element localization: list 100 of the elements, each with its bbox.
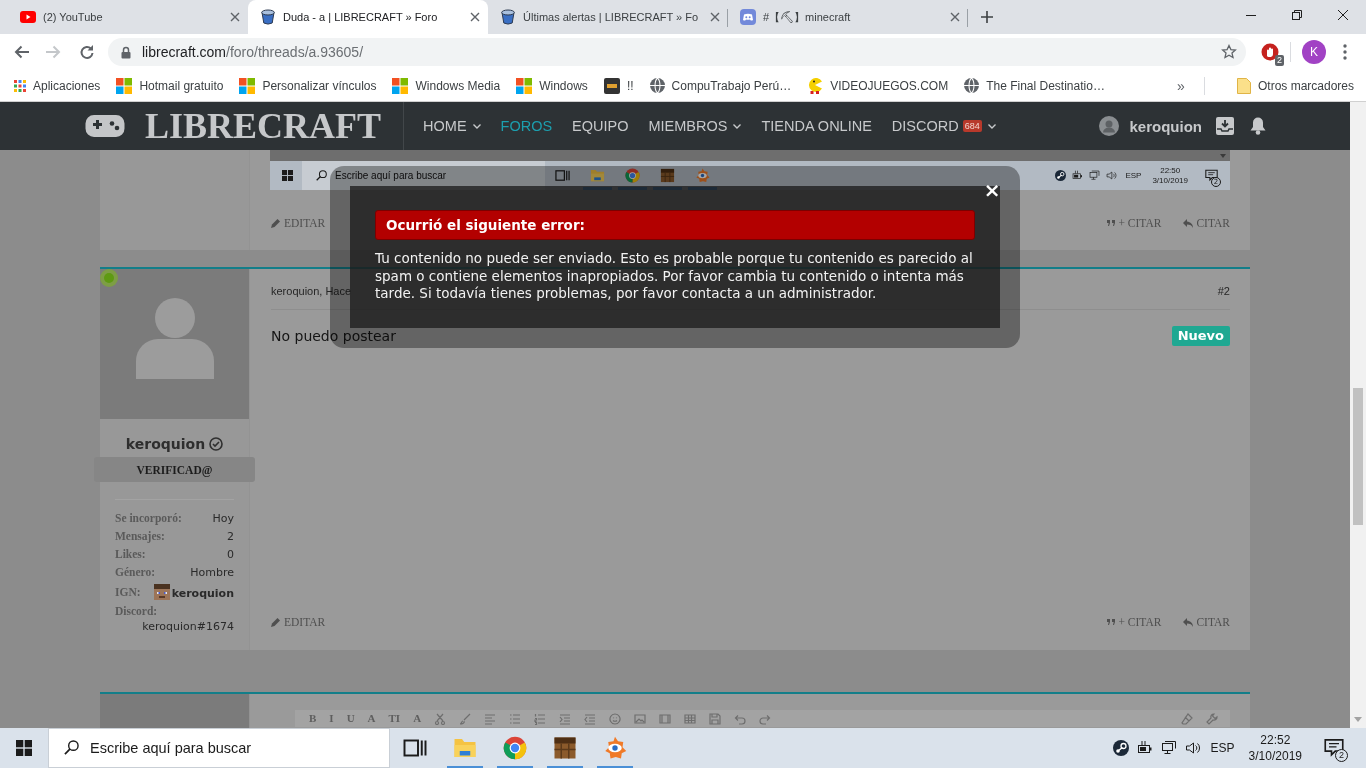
browser-tab[interactable]: (2) YouTube: [8, 0, 248, 34]
four-squares-icon: [516, 77, 533, 94]
speaker-icon[interactable]: [1184, 740, 1201, 756]
task-view-icon: [555, 168, 570, 183]
browser-tab[interactable]: Últimas alertas | LIBRECRAFT » Fo: [488, 0, 728, 34]
address-bar[interactable]: librecraft.com/foro/threads/a.93605/: [108, 38, 1246, 66]
close-icon[interactable]: [710, 12, 720, 22]
new-badge: Nuevo: [1171, 326, 1230, 346]
message-icon: [1204, 169, 1218, 182]
search-icon: [64, 740, 79, 755]
account-link[interactable]: keroquion: [1129, 117, 1202, 135]
bookmark-item[interactable]: VIDEOJUEGOS.COM: [801, 72, 955, 99]
bookmark-item[interactable]: Windows Media: [386, 72, 507, 99]
bookmark-item[interactable]: Aplicaciones: [8, 72, 107, 99]
bookmark-item[interactable]: Windows: [510, 72, 594, 99]
inbox-icon[interactable]: [1216, 117, 1234, 135]
scroll-down-icon[interactable]: [1354, 717, 1362, 722]
close-button[interactable]: ×: [984, 180, 1000, 200]
scrollbar[interactable]: [1350, 102, 1366, 728]
globe-icon: [964, 78, 980, 93]
bell-icon[interactable]: [1250, 117, 1266, 135]
close-icon[interactable]: [230, 12, 240, 22]
back-arrow-icon: [13, 44, 29, 60]
count-badge: 684: [962, 120, 982, 132]
user-avatar-icon[interactable]: [1099, 116, 1120, 136]
crate-icon: [660, 168, 675, 183]
hand-stop-icon: [1261, 43, 1279, 61]
nav-menu-item[interactable]: DISCORD 684: [891, 118, 996, 134]
close-icon[interactable]: [470, 12, 480, 22]
tile-icon: [603, 77, 620, 94]
stat-value: Hombre: [190, 565, 234, 579]
bucket-icon: [260, 9, 276, 25]
extension-button[interactable]: 2: [1256, 38, 1284, 66]
caret-icon: [733, 123, 742, 129]
battery-icon[interactable]: [1072, 170, 1084, 181]
language-indicator[interactable]: ESP: [1120, 171, 1147, 180]
nav-menu-item[interactable]: FOROS: [500, 118, 553, 134]
network-icon[interactable]: [1160, 740, 1177, 756]
post-number[interactable]: #2: [1217, 285, 1230, 297]
menu-icon: [1343, 44, 1347, 60]
stat-label: Mensajes:: [115, 530, 165, 542]
caret-icon: [472, 123, 481, 129]
bookmark-item[interactable]: CompuTrabajo Perú…: [643, 72, 798, 99]
eye-icon: [603, 736, 627, 760]
error-message: Tu contenido no puede ser enviado. Esto es probable porque tu contenido es parecido al spam o contiene elementos inapropiados. Por favor cambia tu contenido o intenta más tarde. Si todavía tienes problemas, por favor contacta a un administrador.: [375, 250, 974, 303]
bookmark-item[interactable]: Personalizar vínculos: [233, 72, 383, 99]
four-panes-icon: [281, 170, 293, 181]
clock-button[interactable]: 22:52 3/10/2019: [1240, 732, 1310, 764]
close-icon[interactable]: [950, 12, 960, 22]
post-author-time: keroquion, Hace: [271, 285, 352, 297]
browser-icon: [625, 168, 640, 183]
nav-menu-item[interactable]: MIEMBROS: [648, 118, 742, 134]
bookmark-item[interactable]: !!: [597, 72, 640, 99]
stat-value: 0: [227, 547, 234, 561]
circle-logo-icon[interactable]: [1055, 170, 1067, 181]
four-squares-icon: [392, 77, 409, 94]
plus-icon: [981, 11, 993, 23]
caret-icon: [1220, 153, 1226, 158]
language-indicator[interactable]: ESP: [1204, 741, 1241, 755]
clock-button[interactable]: 22:50 3/10/2019: [1146, 165, 1194, 186]
browser-tab[interactable]: Duda - a | LIBRECRAFT » Foro: [248, 0, 488, 34]
bucket-icon: [500, 9, 516, 25]
profile-button[interactable]: K: [1302, 40, 1326, 64]
reload-icon: [79, 44, 95, 60]
more-bookmarks-button[interactable]: »: [1169, 72, 1192, 99]
battery-icon[interactable]: [1136, 740, 1153, 756]
quote-marks-icon: [1107, 619, 1116, 625]
search-field[interactable]: Escribe aquí para buscar: [48, 728, 390, 768]
four-squares-icon: [239, 77, 256, 94]
bookmark-item[interactable]: The Final Destinatio…: [958, 72, 1111, 99]
reply-arrow-icon: [1183, 218, 1194, 228]
stat-value: 2: [227, 529, 234, 543]
nav-menu-item[interactable]: TIENDA ONLINE: [761, 118, 872, 134]
post-text: No puedo postear: [271, 328, 396, 344]
controller-face-icon: [740, 9, 756, 25]
folder-icon: [590, 168, 605, 183]
stat-label: Likes:: [115, 548, 146, 560]
circle-logo-icon[interactable]: [1112, 740, 1129, 756]
forward-arrow-icon: [46, 44, 62, 60]
browser-icon: [503, 736, 527, 760]
four-squares-icon: [116, 77, 133, 94]
nav-menu-item[interactable]: EQUIPO: [572, 118, 629, 134]
username[interactable]: keroquion: [125, 436, 206, 452]
browser-tab[interactable]: #【⛏】minecraft: [728, 0, 968, 34]
quote-marks-icon: [1107, 220, 1116, 226]
bookmark-folder[interactable]: Otros marcadores: [1230, 72, 1360, 99]
pencil-icon: [271, 617, 281, 627]
nav-menu-item[interactable]: HOME: [423, 118, 481, 134]
lock-icon: [121, 45, 131, 59]
folder-icon: [1236, 77, 1251, 94]
star-icon[interactable]: [1221, 44, 1237, 60]
play-icon: [20, 11, 36, 23]
scrollbar-thumb[interactable]: [1353, 388, 1363, 525]
bookmark-item[interactable]: Hotmail gratuito: [110, 72, 230, 99]
stat-value: Hoy: [212, 511, 234, 525]
folder-icon: [453, 736, 477, 760]
site-logo[interactable]: LIBRECRAFT: [145, 108, 382, 144]
close-icon: [1338, 10, 1348, 20]
stat-value[interactable]: keroquion: [171, 587, 234, 600]
notifications-button[interactable]: 2: [1314, 728, 1354, 768]
